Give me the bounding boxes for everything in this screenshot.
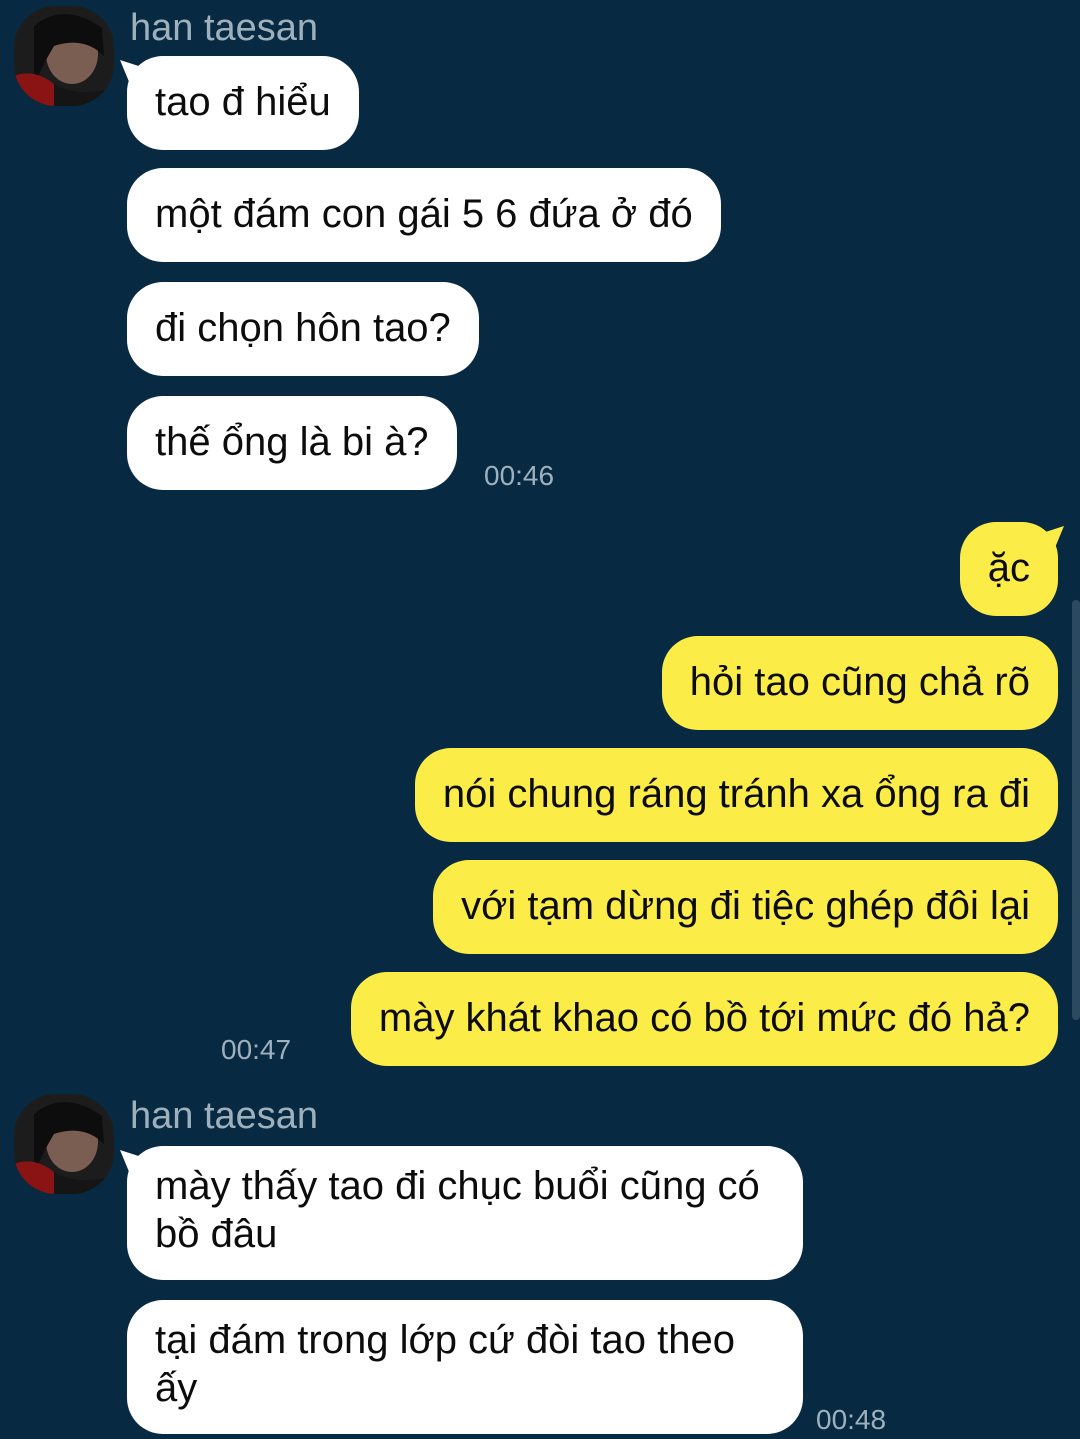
incoming-message[interactable]: tao đ hiểu <box>127 56 359 150</box>
outgoing-message[interactable]: ặc <box>959 522 1058 616</box>
profile-photo-icon <box>14 6 114 106</box>
outgoing-message[interactable]: với tạm dừng đi tiệc ghép đôi lại <box>433 860 1058 954</box>
sender-avatar[interactable] <box>14 6 114 106</box>
outgoing-message[interactable]: hỏi tao cũng chả rõ <box>661 636 1058 730</box>
incoming-message[interactable]: thế ổng là bi à? <box>127 396 457 490</box>
message-timestamp: 00:47 <box>221 1034 292 1065</box>
incoming-message[interactable]: một đám con gái 5 6 đứa ở đó <box>127 168 721 262</box>
profile-photo-icon <box>14 1094 114 1194</box>
message-timestamp: 00:48 <box>816 1404 887 1435</box>
outgoing-message[interactable]: nói chung ráng tránh xa ổng ra đi <box>414 748 1058 842</box>
sender-avatar[interactable] <box>14 1094 114 1194</box>
scrollbar[interactable] <box>1072 600 1080 1020</box>
chat-thread[interactable]: han taesan tao đ hiểu một đám con gái 5 … <box>0 0 1080 1439</box>
sender-name: han taesan <box>130 1095 319 1137</box>
incoming-message[interactable]: tại đám trong lớp cứ đòi tao theo ấy <box>127 1300 803 1434</box>
outgoing-message[interactable]: mày khát khao có bồ tới mức đó hả? <box>350 972 1058 1066</box>
sender-name: han taesan <box>130 7 319 49</box>
incoming-message[interactable]: đi chọn hôn tao? <box>127 282 479 376</box>
message-timestamp: 00:46 <box>484 460 555 491</box>
incoming-message[interactable]: mày thấy tao đi chục buổi cũng có bồ đâu <box>127 1146 803 1280</box>
